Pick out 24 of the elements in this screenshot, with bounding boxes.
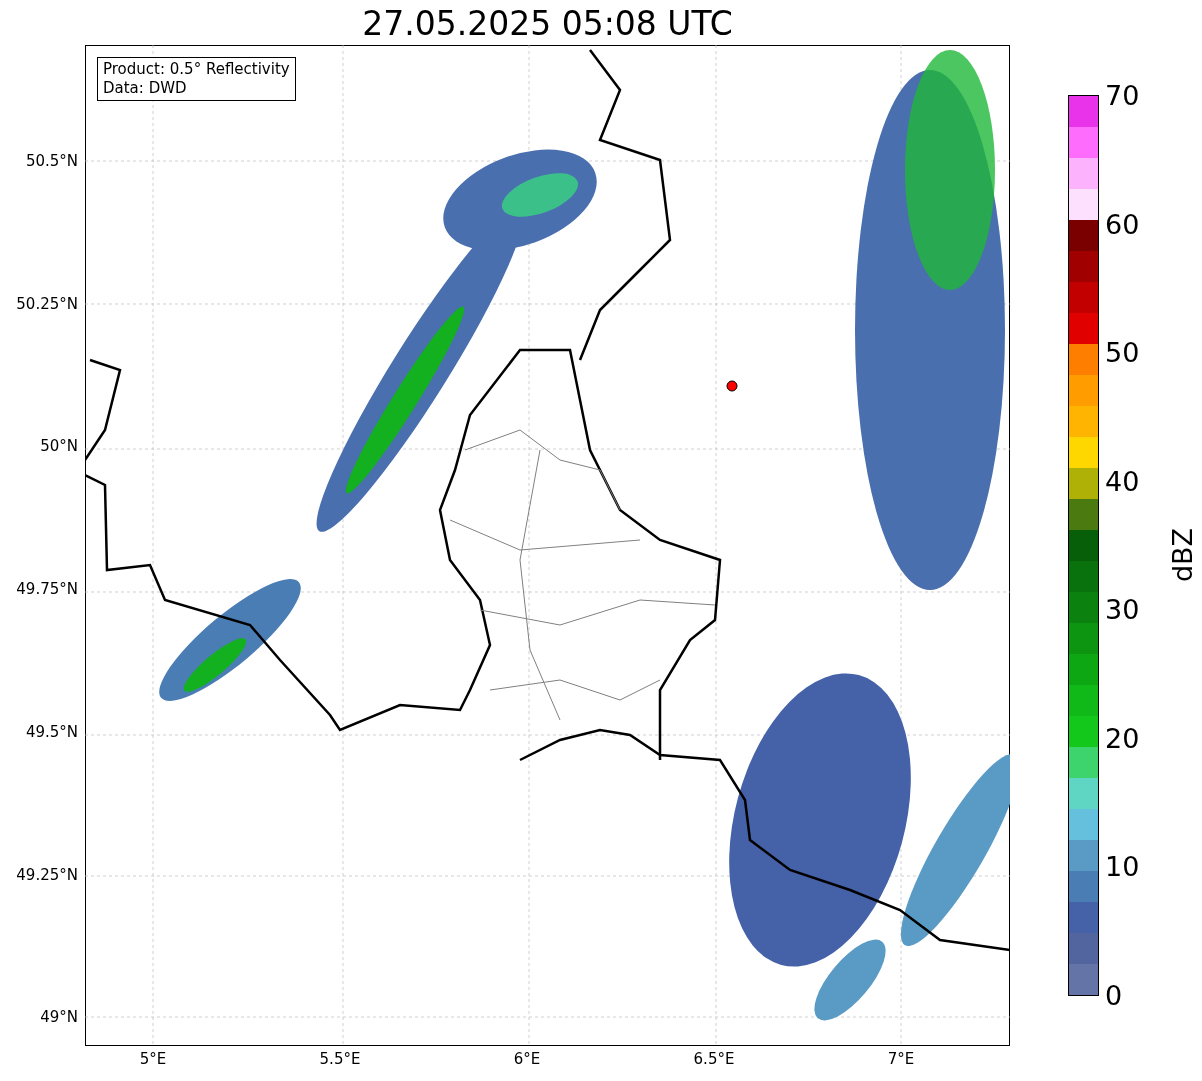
longitude-label: 6.5°E [693,1050,735,1068]
longitude-label: 5.5°E [319,1050,361,1068]
colorbar-label: dBZ [1168,527,1198,583]
longitude-label: 7°E [887,1050,915,1068]
latitude-label: 49°N [40,1008,78,1027]
latitude-label: 49.25°N [16,865,78,884]
colorbar-tick-label: 20 [1105,723,1140,754]
latitude-label: 49.75°N [16,580,78,599]
colorbar-tick-label: 0 [1105,981,1123,1011]
latitude-label: 50.25°N [16,294,78,313]
colorbar-tick-label: 60 [1105,209,1140,240]
colorbar-tick-label: 40 [1105,466,1140,497]
chart-title: 27.05.2025 05:08 UTC [361,4,734,44]
colorbar-tick-label: 50 [1105,338,1140,369]
latitude-label: 50°N [40,437,78,456]
info-text: Data: DWD [103,79,188,98]
colorbar-tick-label: 30 [1105,595,1140,626]
colorbar-tick-label: 10 [1105,852,1140,883]
latitude-label: 49.5°N [25,722,78,741]
longitude-label: 6°E [513,1050,541,1068]
latitude-label: 50.5°N [25,152,78,170]
info-text: Product: 0.5° Reflectivity [103,60,290,79]
colorbar-tick-label: 70 [1105,81,1140,111]
longitude-label: 5°E [139,1050,167,1068]
